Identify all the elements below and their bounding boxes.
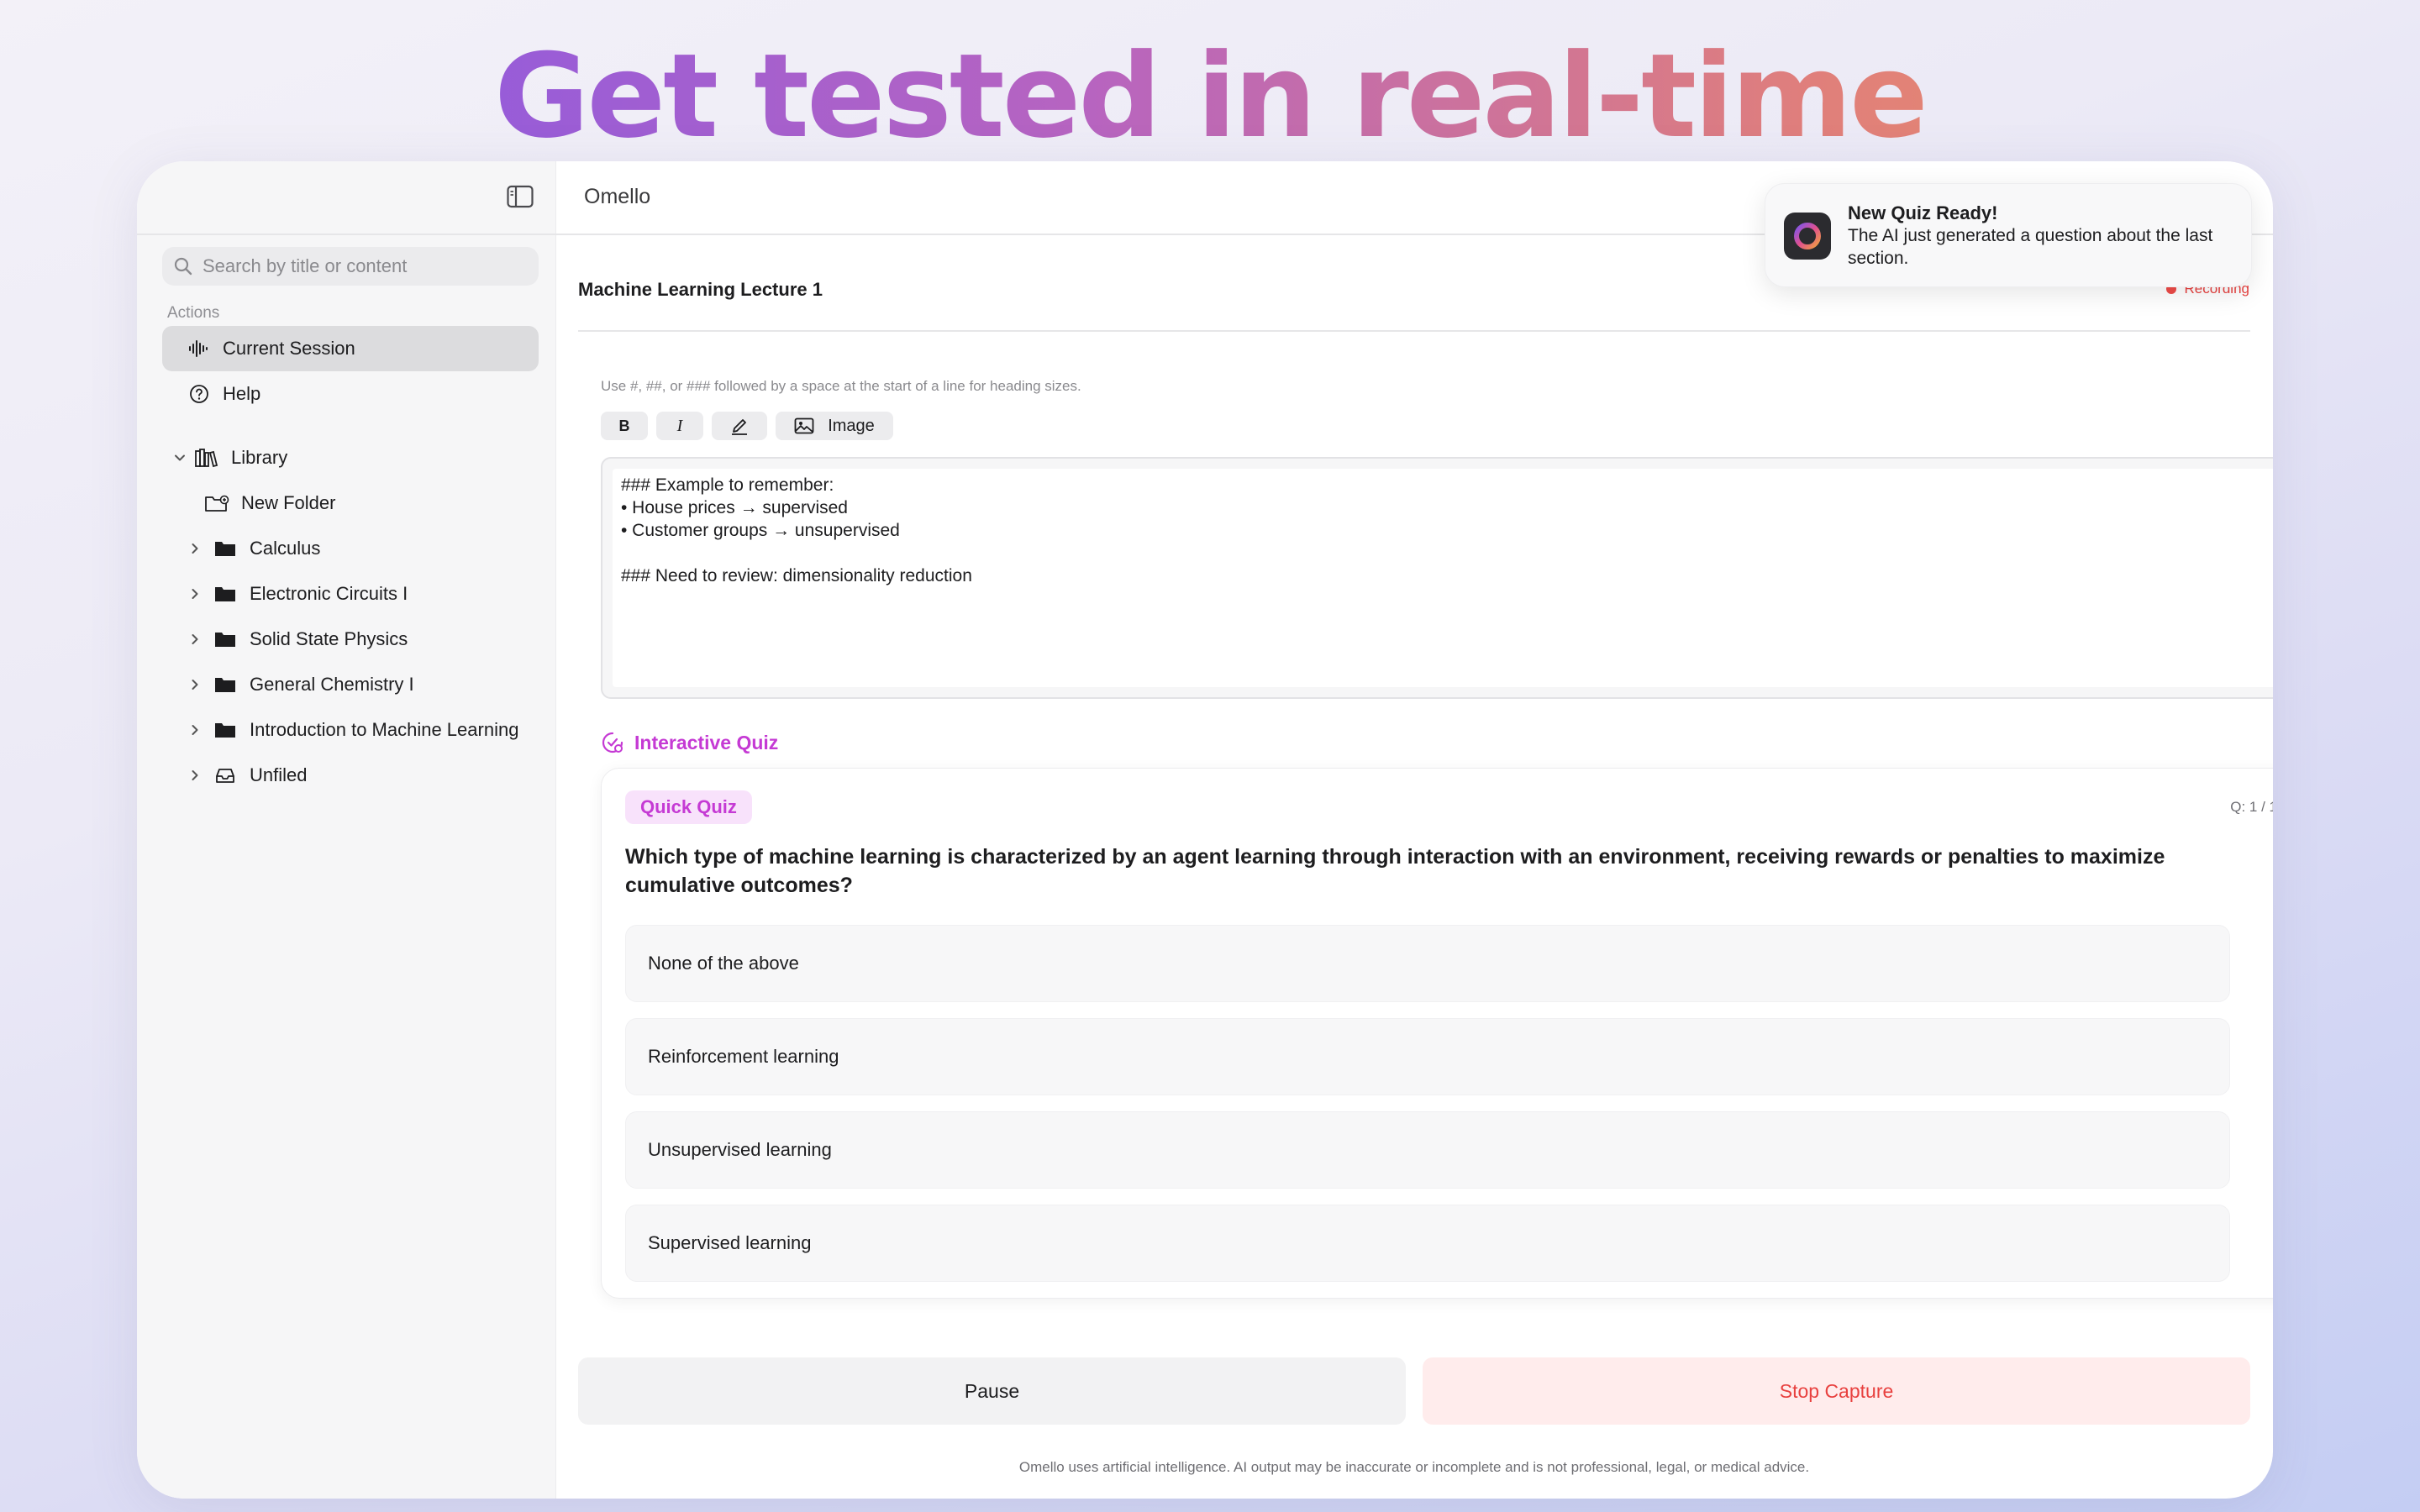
folder-item[interactable]: Introduction to Machine Learning [162,707,539,753]
search-input[interactable] [201,255,523,278]
interactive-quiz-title: Interactive Quiz [634,731,779,753]
notes-line: • Customer groups → unsupervised [621,521,900,540]
notes-line: • House prices → supervised [621,498,848,517]
heading-hint: Use #, ##, or ### followed by a space at… [601,378,1081,394]
chevron-right-icon[interactable] [187,722,203,738]
library-label: Library [231,447,288,468]
notification-title: New Quiz Ready! [1848,202,1998,223]
folder-label: Electronic Circuits I [250,583,408,604]
folder-label: Introduction to Machine Learning [250,719,519,740]
main-content: Omello Machine Learning Lecture 1 Record… [555,161,2273,1499]
inbox-tray-icon [213,764,238,786]
sidebar-item-unfiled[interactable]: Unfiled [162,753,539,798]
document-title: Machine Learning Lecture 1 [578,279,823,300]
stop-capture-button[interactable]: Stop Capture [1423,1357,2250,1425]
notes-editor[interactable]: ### Example to remember: • House prices … [601,457,2273,699]
chevron-down-icon[interactable] [172,450,187,465]
bold-button[interactable]: B [601,412,648,440]
search-icon [174,257,192,276]
quiz-option[interactable]: Unsupervised learning [625,1111,2230,1189]
image-icon [794,417,814,434]
folder-icon [213,628,238,650]
sidebar-header [137,161,555,235]
sidebar-item-label: Help [223,383,261,404]
actions-section-label: Actions [167,304,220,322]
chevron-right-icon[interactable] [187,677,203,692]
quick-quiz-badge: Quick Quiz [625,790,752,824]
quiz-question: Which type of machine learning is charac… [625,845,2165,897]
app-title: Omello [584,185,651,208]
sidebar-toggle-icon[interactable] [507,185,534,208]
notification-body: The AI just generated a question about t… [1848,226,2213,268]
quiz-option[interactable]: Reinforcement learning [625,1018,2230,1095]
new-folder-label: New Folder [241,492,336,513]
image-button[interactable]: Image [776,412,893,440]
chevron-right-icon[interactable] [187,541,203,556]
interactive-quiz-label: Interactive Quiz [601,731,778,754]
pencil-icon [732,419,747,435]
sidebar: Actions Current Session Help Library [137,161,556,1499]
quiz-badge-icon [602,732,623,753]
folder-item[interactable]: Solid State Physics [162,617,539,662]
notes-line: ### Example to remember: [621,475,834,495]
chevron-right-icon[interactable] [187,632,203,647]
sidebar-item-label: Current Session [223,338,355,359]
question-circle-icon [187,382,211,406]
image-button-label: Image [828,416,875,435]
folder-icon [213,583,238,605]
notes-editor-area[interactable]: ### Example to remember: • House prices … [613,469,2273,687]
headline: Get tested in real-time [0,25,2420,168]
sidebar-item-current-session[interactable]: Current Session [162,326,539,371]
folder-label: Solid State Physics [250,628,408,649]
quiz-option[interactable]: None of the above [625,925,2230,1002]
sidebar-item-help[interactable]: Help [162,371,539,417]
folder-icon [213,719,238,741]
folder-icon [213,538,238,559]
format-toolbar: B I Image [601,412,893,440]
folder-icon [213,674,238,696]
notification-toast[interactable]: New Quiz Ready! The AI just generated a … [1765,183,2252,287]
quiz-card: Quick Quiz Q: 1 / 1 Which type of machin… [601,768,2273,1299]
highlight-button[interactable] [712,412,767,440]
chevron-right-icon[interactable] [187,768,203,783]
books-icon [194,447,219,469]
folder-label: Calculus [250,538,321,559]
new-folder-item[interactable]: New Folder [162,480,539,526]
new-folder-icon [204,492,229,514]
sidebar-item-library[interactable]: Library [162,435,539,480]
divider [578,330,2250,332]
waveform-icon [187,337,211,360]
folder-label: General Chemistry I [250,674,414,695]
unfiled-label: Unfiled [250,764,308,785]
search-box [162,247,539,286]
question-counter: Q: 1 / 1 [2230,799,2273,815]
chevron-right-icon[interactable] [187,586,203,601]
folder-item[interactable]: Calculus [162,526,539,571]
ai-disclaimer: Omello uses artificial intelligence. AI … [1018,1459,1810,1475]
folder-item[interactable]: General Chemistry I [162,662,539,707]
quiz-option[interactable]: Supervised learning [625,1205,2230,1282]
app-window: Actions Current Session Help Library [137,161,2273,1499]
notes-line: ### Need to review: dimensionality reduc… [621,566,972,585]
app-logo-icon [1784,213,1831,260]
folder-item[interactable]: Electronic Circuits I [162,571,539,617]
italic-button[interactable]: I [656,412,703,440]
pause-button[interactable]: Pause [578,1357,1406,1425]
